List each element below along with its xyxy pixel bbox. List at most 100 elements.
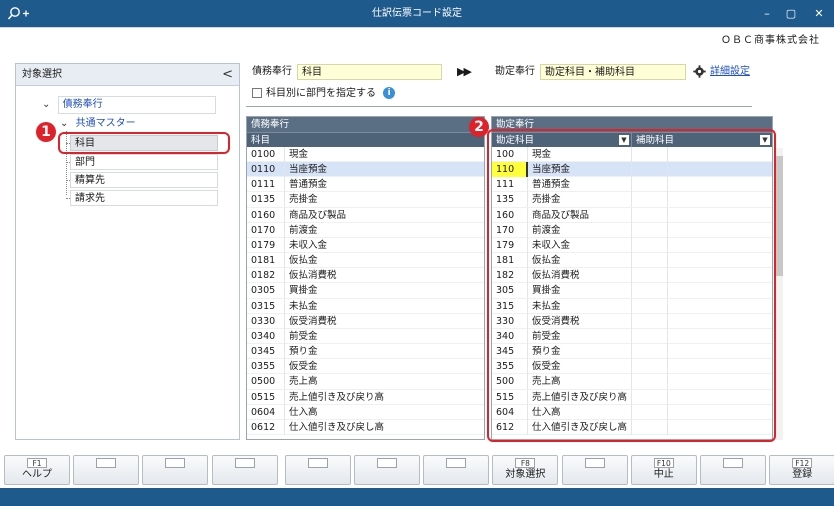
table-row[interactable]: 0355 仮受金	[247, 359, 484, 375]
code-cell[interactable]: 0305	[247, 283, 285, 299]
callout-badge-2: 2	[469, 117, 489, 137]
vertical-scrollbar[interactable]	[776, 148, 783, 440]
grid-header: 科目	[247, 132, 484, 147]
table-row[interactable]: 0315 未払金	[247, 298, 484, 314]
code-cell[interactable]: 0340	[247, 328, 285, 344]
code-cell[interactable]: 0170	[247, 222, 285, 238]
company-name: ＯＢＣ商事株式会社	[721, 35, 820, 46]
fkey-f10[interactable]: F10 中止	[630, 455, 697, 485]
table-row[interactable]: 0111 普通預金	[247, 177, 484, 193]
code-cell[interactable]: 0181	[247, 253, 285, 269]
fkey-f1[interactable]: F1 ヘルプ	[4, 455, 70, 485]
name-cell[interactable]: 仕入高	[285, 405, 484, 420]
table-row[interactable]: 0500 売上高	[247, 374, 484, 390]
code-cell[interactable]: 0500	[247, 374, 285, 390]
fkey-number	[234, 458, 255, 468]
chevron-down-icon[interactable]: ⌄	[42, 99, 50, 110]
table-row[interactable]: 0604 仕入高	[247, 404, 484, 420]
collapse-chevron-icon[interactable]: <	[222, 64, 233, 85]
close-icon[interactable]: ✕	[804, 0, 834, 27]
name-cell[interactable]: 当座預金	[285, 162, 484, 177]
name-cell[interactable]: 売掛金	[285, 192, 484, 207]
arrow-right-icon: ▶▶	[457, 65, 472, 78]
detail-settings-link[interactable]: 詳細設定	[710, 64, 750, 80]
tree-item-bumon[interactable]: 部門	[70, 154, 218, 170]
tree-item-seikyusaki[interactable]: 請求先	[70, 190, 218, 206]
tree-item-seisansaki[interactable]: 精算先	[70, 172, 218, 188]
fkey-f12[interactable]: F12 登録	[769, 455, 834, 485]
fkey-empty[interactable]	[423, 455, 490, 485]
fkey-empty[interactable]	[211, 455, 278, 485]
name-cell[interactable]: 仕入値引き及び戻し高	[285, 420, 484, 435]
fkey-f8[interactable]: F8 対象選択	[492, 455, 559, 485]
table-row[interactable]: 0181 仮払金	[247, 253, 484, 269]
name-cell[interactable]: 仮払消費税	[285, 268, 484, 283]
table-row[interactable]: 0340 前受金	[247, 328, 484, 345]
dept-checkbox-row[interactable]: 科目別に部門を指定する i	[252, 86, 396, 102]
tree-node-group[interactable]: ⌄ 共通マスター	[60, 116, 218, 132]
tree-root-label[interactable]: 債務奉行	[57, 96, 216, 114]
table-row[interactable]: 0110 当座預金	[247, 162, 484, 178]
fkey-label: ヘルプ	[22, 469, 52, 480]
code-cell[interactable]: 0160	[247, 207, 285, 223]
name-cell[interactable]: 仮払金	[285, 253, 484, 268]
table-row[interactable]: 0160 商品及び製品	[247, 207, 484, 223]
gear-icon[interactable]	[693, 64, 706, 80]
fkey-number: F1	[27, 458, 47, 468]
name-cell[interactable]: 前渡金	[285, 223, 484, 238]
fkey-empty[interactable]	[561, 455, 628, 485]
column-header[interactable]: 科目	[247, 133, 484, 147]
fkey-empty[interactable]	[284, 455, 351, 485]
table-row[interactable]: 0330 仮受消費税	[247, 313, 484, 329]
name-cell[interactable]: 商品及び製品	[285, 208, 484, 223]
table-row[interactable]: 0345 預り金	[247, 344, 484, 360]
table-row[interactable]: 0135 売掛金	[247, 192, 484, 208]
code-cell[interactable]: 0111	[247, 177, 285, 193]
table-row[interactable]: 0515 売上値引き及び戻り高	[247, 389, 484, 405]
name-cell[interactable]: 未収入金	[285, 238, 484, 253]
tree-group-label[interactable]: 共通マスター	[76, 118, 136, 129]
fkey-empty[interactable]	[73, 455, 140, 485]
tree-node-root[interactable]: ⌄ 債務奉行	[42, 96, 218, 114]
table-row[interactable]: 0182 仮払消費税	[247, 268, 484, 284]
name-cell[interactable]: 仮受金	[285, 359, 484, 374]
dept-checkbox[interactable]	[252, 88, 262, 98]
target-field[interactable]: 勘定科目・補助科目	[540, 64, 686, 80]
name-cell[interactable]: 未払金	[285, 299, 484, 314]
code-cell[interactable]: 0315	[247, 298, 285, 314]
code-cell[interactable]: 0135	[247, 192, 285, 208]
info-icon[interactable]: i	[383, 87, 396, 99]
table-row[interactable]: 0305 買掛金	[247, 283, 484, 299]
fkey-empty[interactable]	[700, 455, 766, 485]
name-cell[interactable]: 売上高	[285, 374, 484, 389]
code-cell[interactable]: 0179	[247, 237, 285, 253]
table-row[interactable]: 0612 仕入値引き及び戻し高	[247, 419, 484, 435]
table-row[interactable]: 0100 現金	[247, 147, 484, 163]
chevron-down-icon[interactable]: ⌄	[60, 118, 68, 129]
code-cell[interactable]: 0182	[247, 268, 285, 284]
scroll-thumb[interactable]	[776, 156, 783, 276]
table-row[interactable]: 0179 未収入金	[247, 237, 484, 254]
code-cell[interactable]: 0330	[247, 313, 285, 329]
code-cell[interactable]: 0110	[247, 162, 285, 178]
code-cell[interactable]: 0612	[247, 419, 285, 435]
callout-box-1	[58, 132, 230, 154]
name-cell[interactable]: 預り金	[285, 344, 484, 359]
name-cell[interactable]: 現金	[285, 147, 484, 162]
table-row[interactable]: 0170 前渡金	[247, 222, 484, 238]
name-cell[interactable]: 買掛金	[285, 283, 484, 298]
code-cell[interactable]: 0100	[247, 147, 285, 162]
code-cell[interactable]: 0515	[247, 389, 285, 405]
name-cell[interactable]: 普通預金	[285, 177, 484, 192]
code-cell[interactable]: 0345	[247, 344, 285, 360]
name-cell[interactable]: 前受金	[285, 329, 484, 344]
fkey-number	[165, 458, 186, 468]
code-cell[interactable]: 0604	[247, 404, 285, 420]
fkey-empty[interactable]	[142, 455, 209, 485]
name-cell[interactable]: 仮受消費税	[285, 314, 484, 329]
name-cell[interactable]: 売上値引き及び戻り高	[285, 390, 484, 405]
source-field[interactable]: 科目	[297, 64, 442, 80]
code-cell[interactable]: 0355	[247, 359, 285, 375]
fkey-empty[interactable]	[354, 455, 420, 485]
maximize-icon[interactable]: ▢	[776, 0, 806, 27]
